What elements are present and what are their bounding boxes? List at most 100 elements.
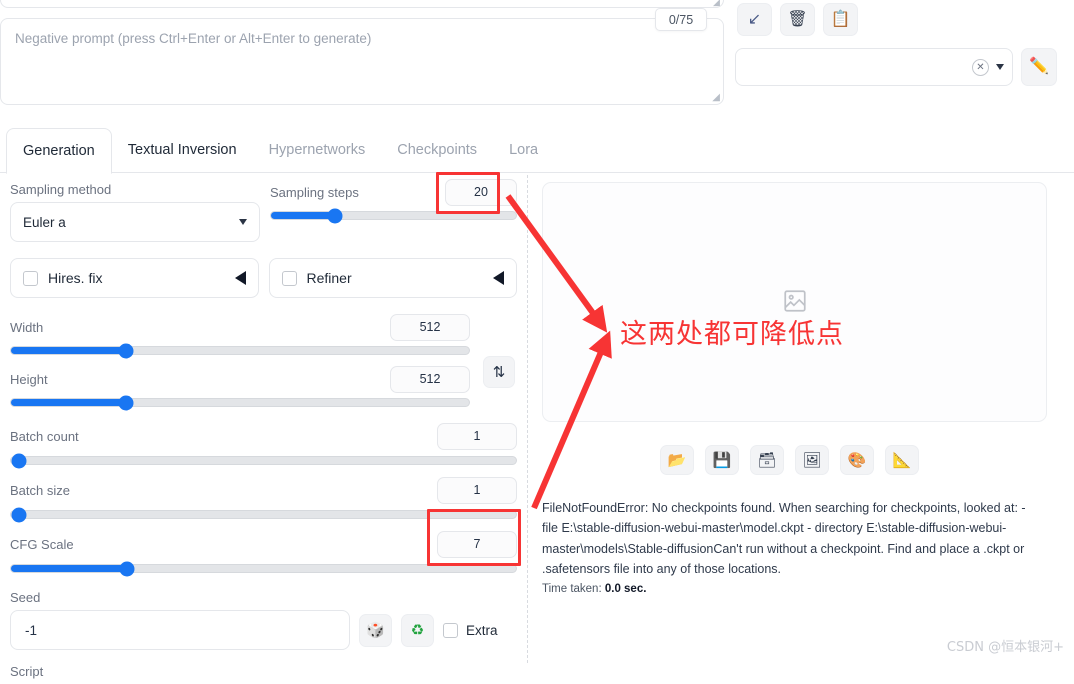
positive-prompt-textarea[interactable]: ◢ [0, 0, 724, 8]
random-seed-button[interactable]: 🎲 [359, 613, 392, 647]
tab-lora[interactable]: Lora [493, 127, 554, 173]
chevron-down-icon [239, 219, 247, 225]
recycle-icon: ♻ [410, 621, 425, 639]
ruler-icon: 📐 [892, 451, 912, 469]
pencil-icon: ✏️ [1029, 58, 1049, 75]
tab-label: Generation [23, 143, 95, 159]
arrow-down-left-icon: ↙ [747, 10, 762, 28]
cfg-scale-value[interactable]: 7 [437, 530, 517, 558]
extra-checkbox[interactable] [443, 622, 458, 638]
width-slider[interactable] [10, 343, 470, 358]
chevron-down-icon[interactable] [996, 64, 1004, 70]
tab-label: Lora [509, 142, 539, 158]
sampling-steps-value[interactable]: 20 [445, 178, 517, 206]
batch-size-slider[interactable] [10, 507, 517, 522]
time-taken-label: Time taken: [542, 583, 602, 595]
tab-label: Hypernetworks [268, 142, 366, 158]
tab-textual-inversion[interactable]: Textual Inversion [112, 127, 253, 173]
save-button[interactable]: 💾 [705, 445, 739, 475]
refiner-checkbox[interactable] [281, 270, 297, 286]
swap-dimensions-button[interactable]: ⇅ [483, 356, 515, 388]
edit-styles-button[interactable]: ✏️ [1021, 48, 1057, 86]
error-message: FileNotFoundError: No checkpoints found.… [542, 501, 1026, 576]
paste-styles-button[interactable]: 📋 [823, 3, 858, 36]
extra-label: Extra [466, 622, 498, 638]
send-to-inpaint-button[interactable]: 🎨 [840, 445, 874, 475]
prompt-region: ◢ Negative prompt (press Ctrl+Enter or A… [0, 0, 1074, 120]
sampling-method-group: Sampling method Euler a [10, 182, 260, 242]
tab-generation[interactable]: Generation [6, 128, 112, 174]
hires-fix-checkbox[interactable] [23, 270, 38, 286]
width-label: Width [10, 319, 44, 335]
hires-refiner-row: Hires. fix Refiner [0, 258, 527, 298]
folder-icon: 📂 [667, 451, 687, 469]
triangle-left-icon[interactable] [493, 271, 504, 285]
swap-arrows-icon: ⇅ [492, 363, 506, 381]
dice-icon: 🎲 [366, 621, 385, 639]
prompt-tools: ↙ 🗑 📋 [737, 3, 858, 36]
time-taken-value: 0.0 sec. [604, 583, 647, 595]
tab-checkpoints[interactable]: Checkpoints [381, 127, 493, 173]
output-panel: 📂 💾 🗃 🖼 🎨 📐 FileNotFoundError: No checkp… [530, 173, 1060, 663]
trash-icon: 🗑 [787, 10, 808, 28]
batch-size-value[interactable]: 1 [437, 476, 517, 504]
clear-icon[interactable]: ✕ [972, 58, 989, 76]
cfg-scale-label: CFG Scale [10, 536, 74, 552]
floppy-disk-icon: 💾 [712, 451, 732, 469]
image-preview-area[interactable] [542, 182, 1047, 422]
sampling-steps-label: Sampling steps [270, 184, 359, 200]
extra-seed-toggle[interactable]: Extra [443, 622, 498, 638]
batch-count-label: Batch count [10, 428, 79, 444]
palette-icon: 🎨 [847, 451, 867, 469]
picture-icon: 🖼 [802, 451, 822, 469]
tab-label: Textual Inversion [127, 142, 237, 158]
restore-progress-button[interactable]: ↙ [737, 3, 772, 36]
hires-fix-label: Hires. fix [48, 270, 103, 286]
clipboard-icon: 📋 [830, 10, 851, 28]
seed-value: -1 [25, 622, 38, 638]
tab-bar: Generation Textual Inversion Hypernetwor… [0, 125, 1074, 174]
resize-grip-icon: ◢ [712, 92, 720, 103]
send-to-img2img-button[interactable]: 🖼 [795, 445, 829, 475]
reuse-seed-button[interactable]: ♻ [401, 613, 434, 647]
height-value[interactable]: 512 [390, 365, 470, 393]
image-placeholder-icon [782, 288, 808, 317]
sampling-steps-slider[interactable] [270, 208, 517, 223]
styles-dropdown[interactable]: ✕ [735, 48, 1013, 86]
dimensions-group: Width 512 Height 512 ⇅ [0, 313, 527, 410]
height-label: Height [10, 371, 48, 387]
column-divider [527, 175, 528, 663]
clear-prompt-button[interactable]: 🗑 [780, 3, 815, 36]
hires-fix-accordion[interactable]: Hires. fix [10, 258, 259, 298]
batch-cfg-group: Batch count 1 Batch size 1 CFG Scale 7 [0, 422, 527, 576]
negative-prompt-placeholder: Negative prompt (press Ctrl+Enter or Alt… [15, 31, 372, 46]
refiner-label: Refiner [306, 270, 352, 286]
tab-hypernetworks[interactable]: Hypernetworks [253, 127, 382, 173]
triangle-left-icon[interactable] [234, 271, 246, 285]
batch-count-slider[interactable] [10, 453, 517, 468]
sampling-method-label: Sampling method [10, 182, 112, 197]
sampling-method-select[interactable]: Euler a [10, 202, 260, 242]
generation-settings-panel: Sampling method Euler a Sampling steps 2… [0, 178, 527, 684]
package-icon: 🗃 [757, 451, 777, 469]
open-folder-button[interactable]: 📂 [660, 445, 694, 475]
token-counter: 0/75 [655, 8, 707, 31]
save-zip-button[interactable]: 🗃 [750, 445, 784, 475]
seed-group: Seed -1 🎲 ♻ Extra [0, 590, 527, 650]
output-action-buttons: 📂 💾 🗃 🖼 🎨 📐 [660, 445, 919, 475]
width-value[interactable]: 512 [390, 313, 470, 341]
time-taken: Time taken: 0.0 sec. [542, 583, 646, 595]
sampling-row: Sampling method Euler a Sampling steps 2… [0, 178, 527, 242]
sampling-method-value: Euler a [23, 214, 66, 230]
batch-size-label: Batch size [10, 482, 70, 498]
cfg-scale-slider[interactable] [10, 561, 517, 576]
batch-count-value[interactable]: 1 [437, 422, 517, 450]
seed-input[interactable]: -1 [10, 610, 350, 650]
tab-label: Checkpoints [397, 142, 478, 158]
sampling-steps-group: Sampling steps 20 [270, 178, 517, 242]
negative-prompt-textarea[interactable]: Negative prompt (press Ctrl+Enter or Alt… [0, 18, 724, 105]
script-label: Script [10, 664, 44, 679]
refiner-accordion[interactable]: Refiner [268, 258, 517, 298]
height-slider[interactable] [10, 395, 470, 410]
send-to-extras-button[interactable]: 📐 [885, 445, 919, 475]
